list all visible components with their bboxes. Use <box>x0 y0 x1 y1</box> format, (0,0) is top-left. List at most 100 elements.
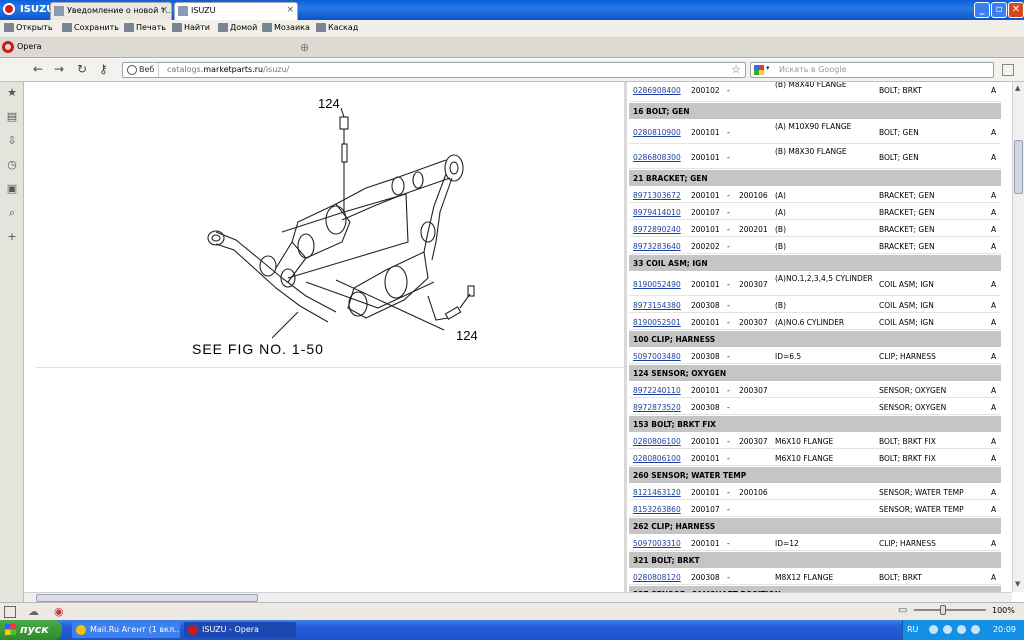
part-number-link[interactable]: 0280806100 <box>633 454 681 463</box>
part-number-link[interactable]: 8972240110 <box>633 386 681 395</box>
part-number-link[interactable]: 8971303672 <box>633 191 681 200</box>
unite-icon[interactable]: ◉ <box>54 605 64 618</box>
part-number-link[interactable]: 0280806100 <box>633 437 681 446</box>
tab-close-icon[interactable]: × <box>286 5 294 15</box>
folder-icon <box>4 23 14 32</box>
tab-isuzu[interactable]: ISUZU × <box>174 2 298 20</box>
zoom-thumb[interactable] <box>940 605 946 615</box>
part-number-link[interactable]: 0280810900 <box>633 128 681 137</box>
part-number-link[interactable]: 8979414010 <box>633 208 681 217</box>
save-icon <box>62 23 72 32</box>
minimize-button[interactable]: _ <box>974 2 990 18</box>
scroll-thumb[interactable] <box>1014 140 1023 194</box>
tab-close-icon[interactable]: × <box>160 5 168 15</box>
find-button[interactable]: Найти <box>172 23 210 32</box>
web-badge[interactable]: Веб <box>123 63 160 77</box>
part-number-link[interactable]: 5097003310 <box>633 539 681 548</box>
opera-logo-icon <box>3 3 15 15</box>
new-tab-icon[interactable]: ⊕ <box>300 41 309 54</box>
serial-to: 200307 <box>739 280 768 289</box>
serial-to: 200307 <box>739 437 768 446</box>
part-number-link[interactable]: 8121463120 <box>633 488 681 497</box>
part-number-link[interactable]: 8190052501 <box>633 318 681 327</box>
close-button[interactable]: ✕ <box>1008 2 1024 18</box>
part-number-link[interactable]: 8972873520 <box>633 403 681 412</box>
part-row: 8979414010 200107- (A) BRACKET; GEN A <box>629 204 1001 220</box>
part-availability: A <box>991 352 997 361</box>
address-toolbar: ← → ↻ ⚷ Веб catalogs.marketparts.ru/isuz… <box>0 59 1024 82</box>
part-name: BRACKET; GEN <box>879 208 935 217</box>
chevron-down-icon[interactable]: ▾ <box>766 64 770 72</box>
hscroll-thumb[interactable] <box>36 594 258 602</box>
home-button[interactable]: Домой <box>218 23 257 32</box>
search-input[interactable]: ▾ Искать в Google <box>750 62 994 78</box>
opera-menu-button[interactable]: Opera <box>0 38 46 58</box>
reload-icon[interactable]: ↻ <box>77 62 87 76</box>
part-number-link[interactable]: 8972890240 <box>633 225 681 234</box>
search-icon[interactable]: ⌕ <box>6 207 18 219</box>
taskbar-item-opera[interactable]: ISUZU - Opera <box>184 622 296 638</box>
part-number-link[interactable]: 8973283640 <box>633 242 681 251</box>
part-number-link[interactable]: 0286908400 <box>633 86 681 95</box>
part-number-link[interactable]: 8153263860 <box>633 505 681 514</box>
address-url[interactable]: catalogs.marketparts.ru/isuzu/ <box>167 65 289 74</box>
serial-from: 200101 <box>691 386 720 395</box>
key-icon[interactable]: ⚷ <box>99 62 108 76</box>
forward-icon[interactable]: → <box>54 62 64 76</box>
serial-from: 200101 <box>691 280 720 289</box>
group-title: 16 BOLT; GEN <box>633 107 690 116</box>
maximize-button[interactable]: ▫ <box>991 2 1007 18</box>
diagram-caption: SEE FIG NO. 1-50 <box>192 341 324 357</box>
serial-from: 200101 <box>691 153 720 162</box>
group-header: 124 SENSOR; OXYGEN <box>629 365 1001 381</box>
vertical-scrollbar[interactable]: ▲ ▼ <box>1012 82 1024 592</box>
tile-button[interactable]: Мозаика <box>262 23 310 32</box>
tray-icon[interactable] <box>943 625 952 634</box>
open-button[interactable]: Открыть <box>4 23 53 32</box>
tray-icon[interactable] <box>929 625 938 634</box>
panel-toggle-icon[interactable] <box>1002 64 1014 76</box>
start-button[interactable]: пуск <box>0 620 62 640</box>
print-button[interactable]: Печать <box>124 23 166 32</box>
part-number-link[interactable]: 8190052490 <box>633 280 681 289</box>
part-number-link[interactable]: 5097003480 <box>633 352 681 361</box>
part-number-link[interactable]: 8973154380 <box>633 301 681 310</box>
add-panel-icon[interactable]: + <box>6 231 18 243</box>
downloads-icon[interactable]: ⇩ <box>6 135 18 147</box>
page-content: 124 124 SEE FIG NO. 1-50 0286908400 20010… <box>24 82 1012 592</box>
serial-dash: - <box>727 128 730 137</box>
cloud-icon[interactable]: ☁ <box>28 605 39 618</box>
tray-icon[interactable] <box>971 625 980 634</box>
view-icon[interactable]: ▭ <box>898 605 907 616</box>
part-number-link[interactable]: 0280808120 <box>633 573 681 582</box>
address-field[interactable]: Веб catalogs.marketparts.ru/isuzu/ ☆ <box>122 62 746 78</box>
cascade-button[interactable]: Каскад <box>316 23 358 32</box>
system-tray: RU 20:09 <box>902 620 1024 640</box>
save-button[interactable]: Сохранить <box>62 23 119 32</box>
toolbar: Открыть Сохранить Печать Найти Домой Моз… <box>0 20 1024 38</box>
part-row: 8972240110 200101-200307 SENSOR; OXYGEN A <box>629 382 1001 398</box>
group-header: 153 BOLT; BRKT FIX <box>629 416 1001 432</box>
history-icon[interactable]: ◷ <box>6 159 18 171</box>
part-number-link[interactable]: 0286808300 <box>633 153 681 162</box>
tray-icon[interactable] <box>957 625 966 634</box>
page-icon <box>178 6 188 16</box>
serial-from: 200101 <box>691 128 720 137</box>
language-indicator[interactable]: RU <box>907 625 918 634</box>
panel-toggle-icon[interactable] <box>4 606 16 618</box>
tab-notification[interactable]: Уведомление о новой т... × <box>50 2 172 20</box>
notes-icon[interactable]: ▤ <box>6 111 18 123</box>
zoom-slider[interactable] <box>914 609 986 611</box>
taskbar-item-mailru[interactable]: Mail.Ru Агент (1 вкл... <box>72 622 180 638</box>
bookmark-star-icon[interactable]: ☆ <box>731 63 741 76</box>
horizontal-scrollbar[interactable] <box>24 592 1012 602</box>
bookmarks-star-icon[interactable]: ★ <box>6 87 18 99</box>
part-row: 5097003310 200101- ID=12 CLIP; HARNESS A <box>629 535 1001 551</box>
widget-icon[interactable]: ▣ <box>6 183 18 195</box>
scroll-up-icon[interactable]: ▲ <box>1015 84 1020 92</box>
pane-divider[interactable] <box>624 82 627 592</box>
serial-dash: - <box>727 242 730 251</box>
scroll-down-icon[interactable]: ▼ <box>1015 580 1020 588</box>
back-icon[interactable]: ← <box>33 62 43 76</box>
group-title: 124 SENSOR; OXYGEN <box>633 369 727 378</box>
